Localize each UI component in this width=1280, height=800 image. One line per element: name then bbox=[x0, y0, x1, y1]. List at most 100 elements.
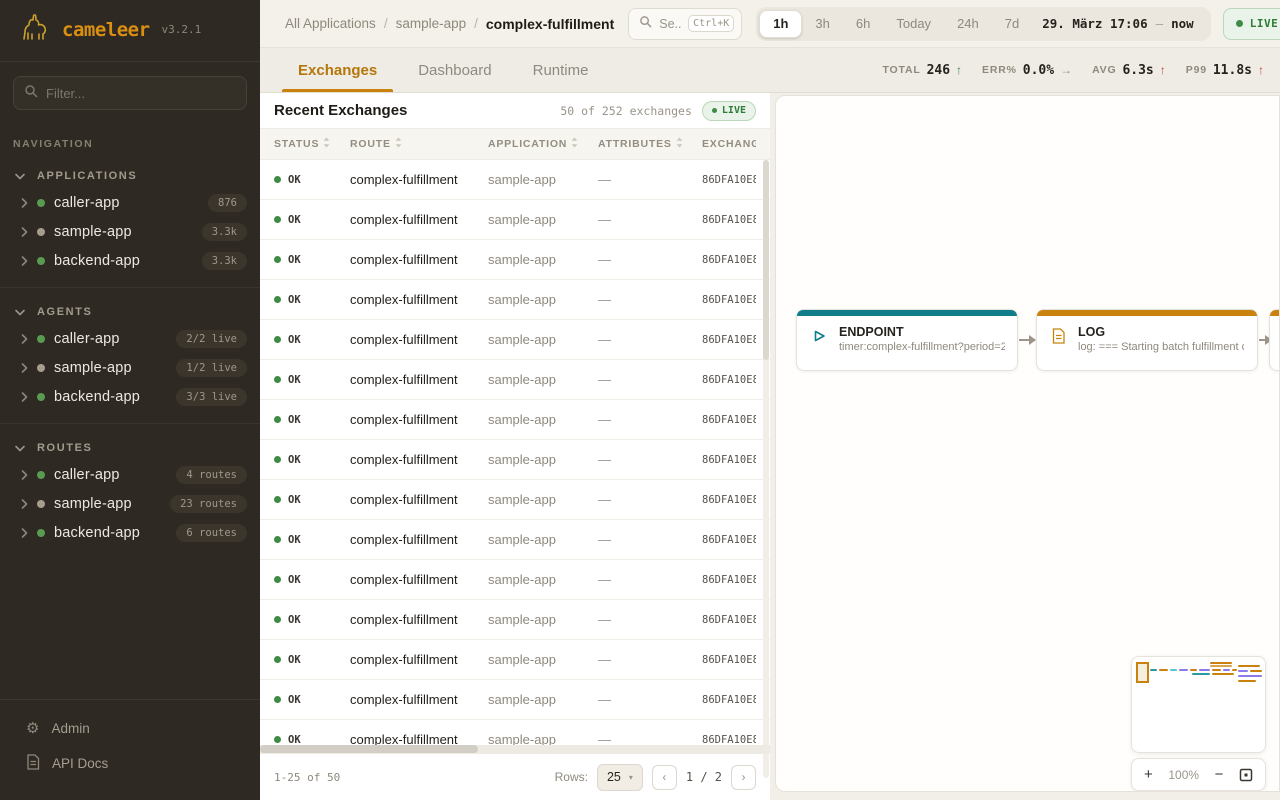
table-row[interactable]: OKcomplex-fulfillmentsample-app—86DFA10E… bbox=[260, 560, 770, 600]
status-value: OK bbox=[288, 294, 301, 306]
vertical-scrollbar-thumb[interactable] bbox=[763, 160, 769, 360]
section-header-routes[interactable]: ROUTES bbox=[0, 434, 260, 460]
ok-dot-icon bbox=[274, 696, 281, 703]
tab-exchanges[interactable]: Exchanges bbox=[296, 48, 379, 92]
stat-value: 246 bbox=[927, 63, 950, 78]
time-range-today[interactable]: Today bbox=[883, 10, 944, 38]
rows-per-page-select[interactable]: 25 ▾ bbox=[597, 764, 643, 791]
table-row[interactable]: OKcomplex-fulfillmentsample-app—86DFA10E… bbox=[260, 320, 770, 360]
time-range-7d[interactable]: 7d bbox=[992, 10, 1032, 38]
sidebar-filter[interactable] bbox=[13, 76, 247, 110]
table-row[interactable]: OKcomplex-fulfillmentsample-app—86DFA10E… bbox=[260, 520, 770, 560]
application-cell: sample-app bbox=[488, 692, 598, 707]
attributes-cell: — bbox=[598, 532, 702, 547]
table-row[interactable]: OKcomplex-fulfillmentsample-app—86DFA10E… bbox=[260, 600, 770, 640]
table-row[interactable]: OKcomplex-fulfillmentsample-app—86DFA10E… bbox=[260, 360, 770, 400]
sidebar-item-backend-app[interactable]: backend-app3.3k bbox=[0, 246, 260, 275]
date-range-display[interactable]: 29. März 17:06 — now bbox=[1032, 16, 1207, 31]
vertical-scrollbar[interactable] bbox=[763, 160, 769, 778]
sidebar-item-caller-app[interactable]: caller-app2/2 live bbox=[0, 324, 260, 353]
minimap-viewport[interactable] bbox=[1136, 662, 1149, 683]
table-row[interactable]: OKcomplex-fulfillmentsample-app—86DFA10E… bbox=[260, 720, 770, 745]
api-docs-label: API Docs bbox=[52, 756, 108, 771]
sidebar: cameleer v3.2.1 NAVIGATION APPLICATIONSc… bbox=[0, 0, 260, 800]
stat-label: P99 bbox=[1186, 64, 1207, 76]
table-row[interactable]: OKcomplex-fulfillmentsample-app—86DFA10E… bbox=[260, 680, 770, 720]
status-value: OK bbox=[288, 214, 301, 226]
route-cell: complex-fulfillment bbox=[350, 532, 488, 547]
status-cell: OK bbox=[274, 174, 350, 186]
column-header-attributes[interactable]: ATTRIBUTES bbox=[598, 137, 702, 151]
flow-node-partial[interactable] bbox=[1269, 309, 1280, 371]
route-flow-canvas[interactable]: ENDPOINT timer:complex-fulfillment?perio… bbox=[775, 95, 1280, 792]
sidebar-item-sample-app[interactable]: sample-app1/2 live bbox=[0, 353, 260, 382]
column-label: ATTRIBUTES bbox=[598, 138, 672, 150]
table-row[interactable]: OKcomplex-fulfillmentsample-app—86DFA10E… bbox=[260, 440, 770, 480]
application-cell: sample-app bbox=[488, 212, 598, 227]
table-row[interactable]: OKcomplex-fulfillmentsample-app—86DFA10E… bbox=[260, 200, 770, 240]
item-badge: 3.3k bbox=[202, 252, 247, 270]
table-row[interactable]: OKcomplex-fulfillmentsample-app—86DFA10E… bbox=[260, 640, 770, 680]
filter-input[interactable] bbox=[46, 86, 236, 101]
prev-page-button[interactable]: ‹ bbox=[652, 765, 677, 790]
section-header-agents[interactable]: AGENTS bbox=[0, 298, 260, 324]
section-title: ROUTES bbox=[37, 442, 92, 454]
horizontal-scrollbar[interactable] bbox=[260, 745, 770, 753]
time-range-24h[interactable]: 24h bbox=[944, 10, 992, 38]
chevron-right-icon bbox=[21, 470, 28, 480]
time-range-1h[interactable]: 1h bbox=[759, 10, 802, 38]
tab-runtime[interactable]: Runtime bbox=[531, 48, 591, 92]
fit-view-button[interactable] bbox=[1239, 768, 1253, 782]
zoom-out-button[interactable]: − bbox=[1215, 767, 1224, 782]
application-cell: sample-app bbox=[488, 172, 598, 187]
app-root: cameleer v3.2.1 NAVIGATION APPLICATIONSc… bbox=[0, 0, 1280, 800]
rows-per-page-value: 25 bbox=[607, 770, 621, 784]
sidebar-item-api-docs[interactable]: API Docs bbox=[0, 745, 260, 782]
flow-node-endpoint[interactable]: ENDPOINT timer:complex-fulfillment?perio… bbox=[796, 309, 1018, 371]
search-icon bbox=[24, 84, 38, 103]
table-live-badge[interactable]: LIVE bbox=[702, 101, 756, 121]
column-header-application[interactable]: APPLICATION bbox=[488, 137, 598, 151]
application-cell: sample-app bbox=[488, 412, 598, 427]
minimap-edge bbox=[1170, 669, 1177, 671]
table-row[interactable]: OKcomplex-fulfillmentsample-app—86DFA10E… bbox=[260, 160, 770, 200]
breadcrumb-item[interactable]: complex-fulfillment bbox=[486, 16, 614, 32]
table-row[interactable]: OKcomplex-fulfillmentsample-app—86DFA10E… bbox=[260, 280, 770, 320]
flow-minimap[interactable] bbox=[1131, 656, 1266, 753]
table-row[interactable]: OKcomplex-fulfillmentsample-app—86DFA10E… bbox=[260, 400, 770, 440]
column-header-route[interactable]: ROUTE bbox=[350, 137, 488, 151]
next-page-button[interactable]: › bbox=[731, 765, 756, 790]
trend-arrow-icon: ↑ bbox=[956, 63, 962, 77]
sidebar-item-sample-app[interactable]: sample-app3.3k bbox=[0, 217, 260, 246]
status-cell: OK bbox=[274, 654, 350, 666]
time-range-6h[interactable]: 6h bbox=[843, 10, 883, 38]
attributes-cell: — bbox=[598, 372, 702, 387]
column-header-status[interactable]: STATUS bbox=[274, 137, 350, 151]
flow-node-log[interactable]: LOG log: === Starting batch fulfillment … bbox=[1036, 309, 1258, 371]
brand-header[interactable]: cameleer v3.2.1 bbox=[0, 0, 260, 62]
global-search[interactable]: Se... Ctrl+K bbox=[628, 8, 742, 40]
live-toggle[interactable]: LIVE bbox=[1223, 8, 1280, 40]
breadcrumb-item[interactable]: All Applications bbox=[285, 16, 376, 31]
ok-dot-icon bbox=[274, 376, 281, 383]
sidebar-item-caller-app[interactable]: caller-app4 routes bbox=[0, 460, 260, 489]
breadcrumb-item[interactable]: sample-app bbox=[396, 16, 467, 31]
sidebar-item-backend-app[interactable]: backend-app6 routes bbox=[0, 518, 260, 547]
live-dot-icon bbox=[712, 108, 717, 113]
document-icon bbox=[26, 754, 40, 773]
ok-dot-icon bbox=[274, 576, 281, 583]
zoom-in-button[interactable]: + bbox=[1144, 767, 1153, 782]
sidebar-item-caller-app[interactable]: caller-app876 bbox=[0, 188, 260, 217]
tab-dashboard[interactable]: Dashboard bbox=[416, 48, 493, 92]
sidebar-item-sample-app[interactable]: sample-app23 routes bbox=[0, 489, 260, 518]
time-range-3h[interactable]: 3h bbox=[802, 10, 842, 38]
sidebar-item-backend-app[interactable]: backend-app3/3 live bbox=[0, 382, 260, 411]
sidebar-item-admin[interactable]: ⚙ Admin bbox=[0, 712, 260, 745]
trend-arrow-icon: ↑ bbox=[1258, 63, 1264, 77]
section-header-applications[interactable]: APPLICATIONS bbox=[0, 162, 260, 188]
table-row[interactable]: OKcomplex-fulfillmentsample-app—86DFA10E… bbox=[260, 240, 770, 280]
column-header-exchange[interactable]: EXCHANGE bbox=[702, 137, 756, 151]
table-row[interactable]: OKcomplex-fulfillmentsample-app—86DFA10E… bbox=[260, 480, 770, 520]
column-label: APPLICATION bbox=[488, 138, 567, 150]
horizontal-scrollbar-thumb[interactable] bbox=[260, 745, 478, 753]
